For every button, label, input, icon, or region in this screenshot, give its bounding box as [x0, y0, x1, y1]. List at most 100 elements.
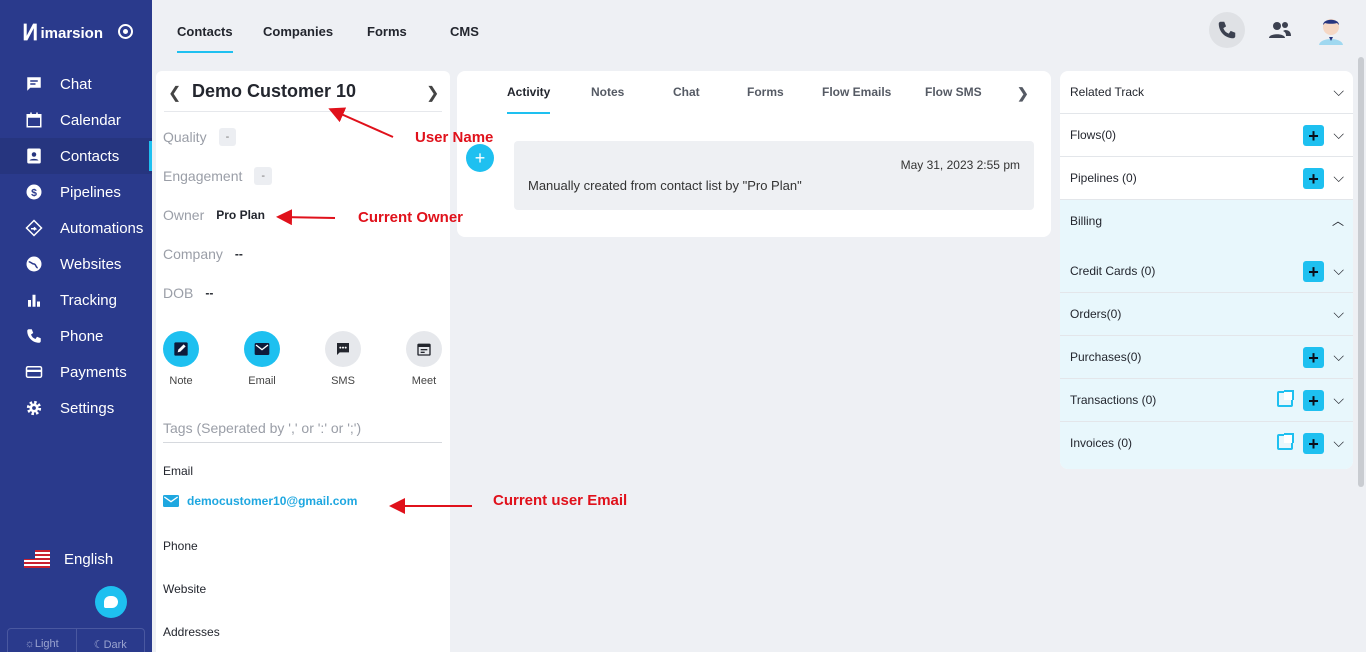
automations-icon	[24, 218, 44, 238]
sidebar-nav: Chat Calendar Contacts $ Pipelines Autom…	[0, 66, 152, 426]
quality-field: Quality -	[163, 128, 237, 146]
orders-row: Orders(0) ⌵	[1060, 293, 1353, 336]
contact-panel: ❮ Demo Customer 10 ❯ Quality - Engagemen…	[156, 71, 450, 652]
activity-card: May 31, 2023 2:55 pm Manually created fr…	[514, 141, 1034, 210]
note-action-button[interactable]: Note	[156, 331, 206, 387]
transactions-row: Transactions (0) + ⌵	[1060, 379, 1353, 422]
sidebar-item-label: Contacts	[60, 147, 120, 165]
chevron-down-icon[interactable]: ⌵	[1333, 126, 1344, 143]
tab-flow-sms[interactable]: Flow SMS	[925, 85, 982, 99]
tags-input[interactable]: Tags (Seperated by ',' or ':' or ';')	[163, 420, 442, 443]
owner-field: Owner Pro Plan	[163, 207, 265, 223]
related-track-panel: Related Track ⌵ Flows(0) + ⌵ Pipelines (…	[1060, 71, 1353, 469]
user-avatar[interactable]	[1313, 12, 1349, 48]
related-track-header[interactable]: Related Track ⌵	[1060, 71, 1353, 114]
chat-bubble-icon[interactable]	[95, 586, 127, 618]
sidebar-item-payments[interactable]: Payments	[0, 354, 152, 390]
language-selector[interactable]: English	[24, 550, 113, 568]
email-value[interactable]: democustomer10@gmail.com	[163, 494, 357, 508]
contact-header: ❮ Demo Customer 10 ❯	[164, 71, 442, 112]
add-invoice-button[interactable]: +	[1303, 433, 1324, 454]
chevron-down-icon[interactable]: ⌵	[1333, 391, 1344, 408]
sidebar-item-label: Tracking	[60, 291, 117, 309]
activity-text: Manually created from contact list by "P…	[528, 178, 802, 193]
sidebar-item-label: Settings	[60, 399, 115, 417]
light-theme-button[interactable]: ☼Light	[8, 629, 76, 652]
us-flag-icon	[24, 550, 50, 568]
chevron-down-icon[interactable]: ⌵	[1333, 83, 1344, 100]
tab-forms[interactable]: Forms	[367, 24, 407, 39]
email-label: Email	[248, 375, 276, 387]
sidebar-item-label: Websites	[60, 255, 122, 273]
tab-flow-emails[interactable]: Flow Emails	[822, 85, 891, 99]
sms-label: SMS	[331, 375, 355, 387]
engagement-value[interactable]: -	[254, 167, 273, 185]
tabs-next-icon[interactable]: ❯	[1017, 85, 1029, 102]
sidebar-item-settings[interactable]: Settings	[0, 390, 152, 426]
sms-action-button[interactable]: SMS	[318, 331, 368, 387]
chevron-down-icon[interactable]: ⌵	[1333, 262, 1344, 279]
email-address: democustomer10@gmail.com	[187, 494, 358, 508]
tab-companies[interactable]: Companies	[263, 24, 333, 39]
invoices-label: Invoices (0)	[1070, 436, 1133, 450]
external-link-icon[interactable]	[1277, 390, 1294, 407]
billing-header[interactable]: Billing ︿	[1060, 200, 1353, 250]
purchases-label: Purchases(0)	[1070, 350, 1142, 364]
brand-name: imarsion	[40, 24, 103, 42]
sidebar-item-chat[interactable]: Chat	[0, 66, 152, 102]
meet-action-button[interactable]: Meet	[399, 331, 449, 387]
add-pipeline-button[interactable]: +	[1303, 168, 1324, 189]
company-field: Company --	[163, 246, 243, 262]
chevron-up-icon[interactable]: ︿	[1332, 212, 1344, 229]
annotation-user-name: User Name	[415, 129, 494, 146]
chevron-down-icon[interactable]: ⌵	[1333, 169, 1344, 186]
team-icon[interactable]	[1262, 12, 1298, 48]
sms-icon	[325, 331, 361, 367]
add-credit-card-button[interactable]: +	[1303, 261, 1324, 282]
page-scrollbar[interactable]	[1358, 57, 1364, 487]
sidebar-item-phone[interactable]: Phone	[0, 318, 152, 354]
external-link-icon[interactable]	[1277, 433, 1294, 450]
chevron-down-icon[interactable]: ⌵	[1333, 305, 1344, 322]
brand-logo[interactable]: Ͷ imarsion	[22, 20, 103, 46]
owner-label: Owner	[163, 207, 205, 223]
add-transaction-button[interactable]: +	[1303, 390, 1324, 411]
sidebar-item-label: Phone	[60, 327, 104, 345]
billing-label: Billing	[1070, 214, 1103, 228]
phone-call-icon[interactable]	[1209, 12, 1245, 48]
add-flow-button[interactable]: +	[1303, 125, 1324, 146]
quality-value[interactable]: -	[218, 128, 237, 146]
tab-notes[interactable]: Notes	[591, 85, 624, 99]
sidebar-item-contacts[interactable]: Contacts	[0, 138, 152, 174]
owner-value[interactable]: Pro Plan	[216, 208, 265, 222]
tab-cms[interactable]: CMS	[450, 24, 479, 39]
sidebar-item-label: Payments	[60, 363, 127, 381]
sidebar-item-pipelines[interactable]: $ Pipelines	[0, 174, 152, 210]
sidebar-toggle-icon[interactable]	[118, 24, 133, 39]
tab-chat[interactable]: Chat	[673, 85, 700, 99]
chevron-down-icon[interactable]: ⌵	[1333, 348, 1344, 365]
add-purchase-button[interactable]: +	[1303, 347, 1324, 368]
payments-icon	[24, 362, 44, 382]
tab-activity[interactable]: Activity	[507, 85, 551, 114]
sidebar-item-tracking[interactable]: Tracking	[0, 282, 152, 318]
chevron-down-icon[interactable]: ⌵	[1333, 434, 1344, 451]
add-activity-button[interactable]: +	[466, 144, 494, 172]
email-action-button[interactable]: Email	[237, 331, 287, 387]
sidebar-item-calendar[interactable]: Calendar	[0, 102, 152, 138]
credit-cards-label: Credit Cards (0)	[1070, 264, 1156, 278]
dob-value[interactable]: --	[205, 286, 213, 300]
note-label: Note	[169, 375, 193, 387]
sidebar-item-websites[interactable]: Websites	[0, 246, 152, 282]
top-bar: Contacts Companies Forms CMS	[152, 0, 1366, 66]
phone-icon	[24, 326, 44, 346]
company-value[interactable]: --	[235, 247, 243, 261]
sidebar-item-automations[interactable]: Automations	[0, 210, 152, 246]
previous-contact-icon[interactable]: ❮	[168, 83, 181, 103]
websites-icon	[24, 254, 44, 274]
tab-forms[interactable]: Forms	[747, 85, 784, 99]
dob-label: DOB	[163, 285, 194, 301]
tab-contacts[interactable]: Contacts	[177, 24, 233, 53]
dark-theme-button[interactable]: ☾Dark	[75, 629, 145, 652]
next-contact-icon[interactable]: ❯	[426, 83, 439, 103]
